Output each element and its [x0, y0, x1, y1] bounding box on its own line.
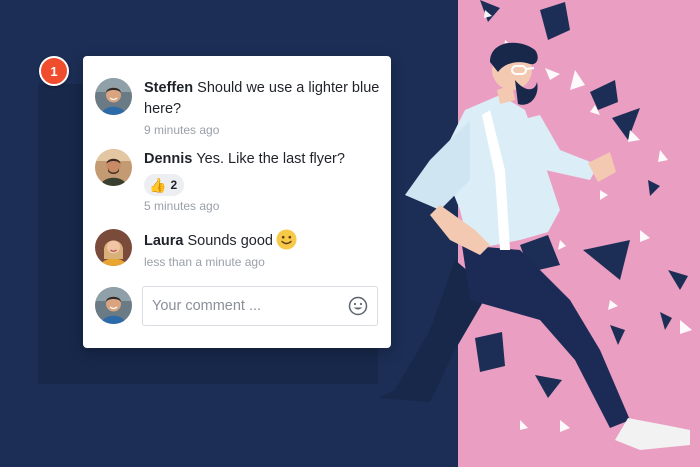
- thumbs-up-reaction-button[interactable]: 👍 2: [144, 174, 185, 196]
- comment-thread-panel: Steffen Should we use a lighter blue here…: [83, 56, 391, 348]
- comment-composer: [95, 286, 385, 326]
- comment-input[interactable]: [143, 287, 343, 325]
- avatar-current-user: [95, 287, 132, 324]
- comment-author: Laura: [144, 233, 184, 249]
- comment-text: Sounds good: [187, 233, 273, 249]
- comment-author: Dennis: [144, 151, 193, 167]
- smiley-icon: [276, 229, 297, 250]
- comment-text: Yes. Like the last flyer?: [196, 151, 345, 167]
- comment-time: 9 minutes ago: [144, 123, 220, 137]
- comment-pin-badge[interactable]: 1: [39, 56, 69, 86]
- comment-author: Steffen: [144, 80, 194, 96]
- smiley-outline-icon[interactable]: [348, 296, 368, 316]
- avatar-laura: [95, 229, 132, 266]
- thumbs-up-icon: 👍: [149, 177, 167, 193]
- comment-time: less than a minute ago: [144, 255, 265, 269]
- comment-input-box: [142, 286, 378, 326]
- avatar-steffen: [95, 78, 132, 115]
- reaction-count: 2: [170, 178, 178, 192]
- avatar-dennis: [95, 149, 132, 186]
- comment-time: 5 minutes ago: [144, 199, 220, 213]
